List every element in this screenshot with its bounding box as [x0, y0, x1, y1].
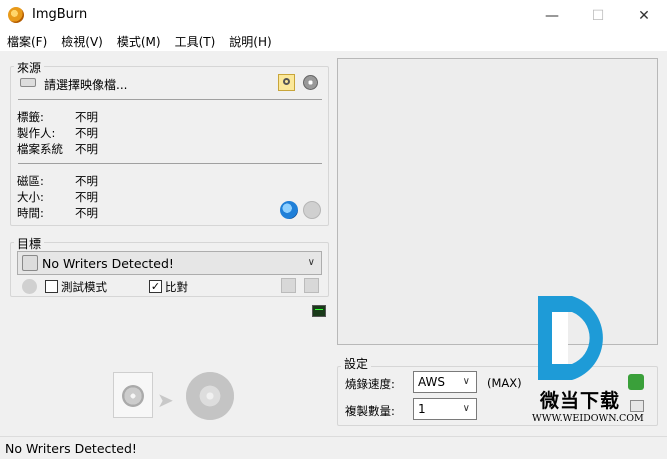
write-speed-select[interactable]: AWS ∨ — [413, 371, 477, 393]
device-value: No Writers Detected! — [42, 255, 174, 271]
source-title: 來源 — [14, 59, 45, 76]
menu-file[interactable]: 檔案(F) — [0, 31, 54, 51]
watermark-text: 微当下载 — [540, 390, 621, 412]
write-speed-label: 燒錄速度: — [345, 377, 395, 391]
value-filesystem: 不明 — [75, 142, 98, 156]
burn-disc-icon[interactable] — [186, 372, 234, 420]
maximize-button[interactable]: ☐ — [575, 0, 621, 31]
browse-file-icon[interactable] — [278, 74, 295, 91]
write-speed-max: (MAX) — [487, 376, 522, 390]
chevron-down-icon: ∨ — [307, 257, 315, 268]
info-disc-icon[interactable] — [303, 201, 321, 219]
verify-checkbox[interactable]: ✓ — [149, 280, 162, 293]
close-tray-icon[interactable] — [304, 278, 319, 293]
value-size: 不明 — [75, 190, 98, 204]
value-time: 不明 — [75, 206, 98, 220]
source-separator-1 — [18, 99, 322, 100]
label-sectors: 磁區: — [17, 174, 44, 188]
arrow-right-icon: ➤ — [157, 388, 174, 412]
label-creator: 製作人: — [17, 126, 56, 140]
label-filesystem: 檔案系統 — [17, 142, 63, 156]
close-button[interactable]: ✕ — [621, 0, 667, 31]
label-time: 時間: — [17, 206, 44, 220]
source-separator-2 — [18, 163, 322, 164]
value-sectors: 不明 — [75, 174, 98, 188]
menu-bar: 檔案(F) 檢視(V) 模式(M) 工具(T) 說明(H) — [0, 31, 667, 51]
menu-help[interactable]: 說明(H) — [222, 31, 278, 51]
chevron-down-icon: ∨ — [462, 403, 470, 414]
recycle-icon[interactable] — [628, 374, 644, 390]
eject-icon[interactable] — [281, 278, 296, 293]
chevron-down-icon: ∨ — [462, 376, 470, 387]
disc-search-icon[interactable] — [303, 75, 318, 90]
label-size: 大小: — [17, 190, 44, 204]
music-disc-icon[interactable] — [280, 201, 298, 219]
test-mode-checkbox[interactable] — [45, 280, 58, 293]
status-bar: No Writers Detected! — [0, 436, 667, 459]
copies-select[interactable]: 1 ∨ — [413, 398, 477, 420]
window-title: ImgBurn — [32, 7, 88, 22]
write-speed-value: AWS — [418, 375, 446, 389]
image-file-icon[interactable] — [113, 372, 153, 418]
label-volume: 標籤: — [17, 110, 44, 124]
drive-icon — [22, 255, 38, 271]
select-image-file-link[interactable]: 請選擇映像檔... — [44, 76, 127, 93]
refresh-icon[interactable] — [22, 279, 37, 294]
drive-icon — [20, 78, 36, 87]
imgburn-app-icon — [8, 7, 24, 23]
menu-tools[interactable]: 工具(T) — [168, 31, 223, 51]
title-bar: ImgBurn — ☐ ✕ — [0, 0, 667, 31]
value-creator: 不明 — [75, 126, 98, 140]
test-mode-label: 測試模式 — [61, 280, 107, 294]
settings-title: 設定 — [341, 355, 372, 372]
copies-value: 1 — [418, 402, 426, 416]
status-text: No Writers Detected! — [5, 441, 137, 456]
menu-mode[interactable]: 模式(M) — [110, 31, 168, 51]
watermark-url: WWW.WEIDOWN.COM — [532, 413, 644, 424]
verify-label: 比對 — [165, 280, 188, 294]
menu-view[interactable]: 檢視(V) — [54, 31, 110, 51]
minimize-button[interactable]: — — [529, 0, 575, 31]
book-icon[interactable] — [630, 400, 644, 412]
copies-label: 複製數量: — [345, 404, 395, 418]
log-window-icon[interactable] — [312, 305, 326, 317]
target-title: 目標 — [14, 235, 45, 252]
value-volume: 不明 — [75, 110, 98, 124]
watermark-logo — [538, 296, 603, 380]
device-dropdown[interactable]: No Writers Detected! ∨ — [17, 251, 322, 275]
